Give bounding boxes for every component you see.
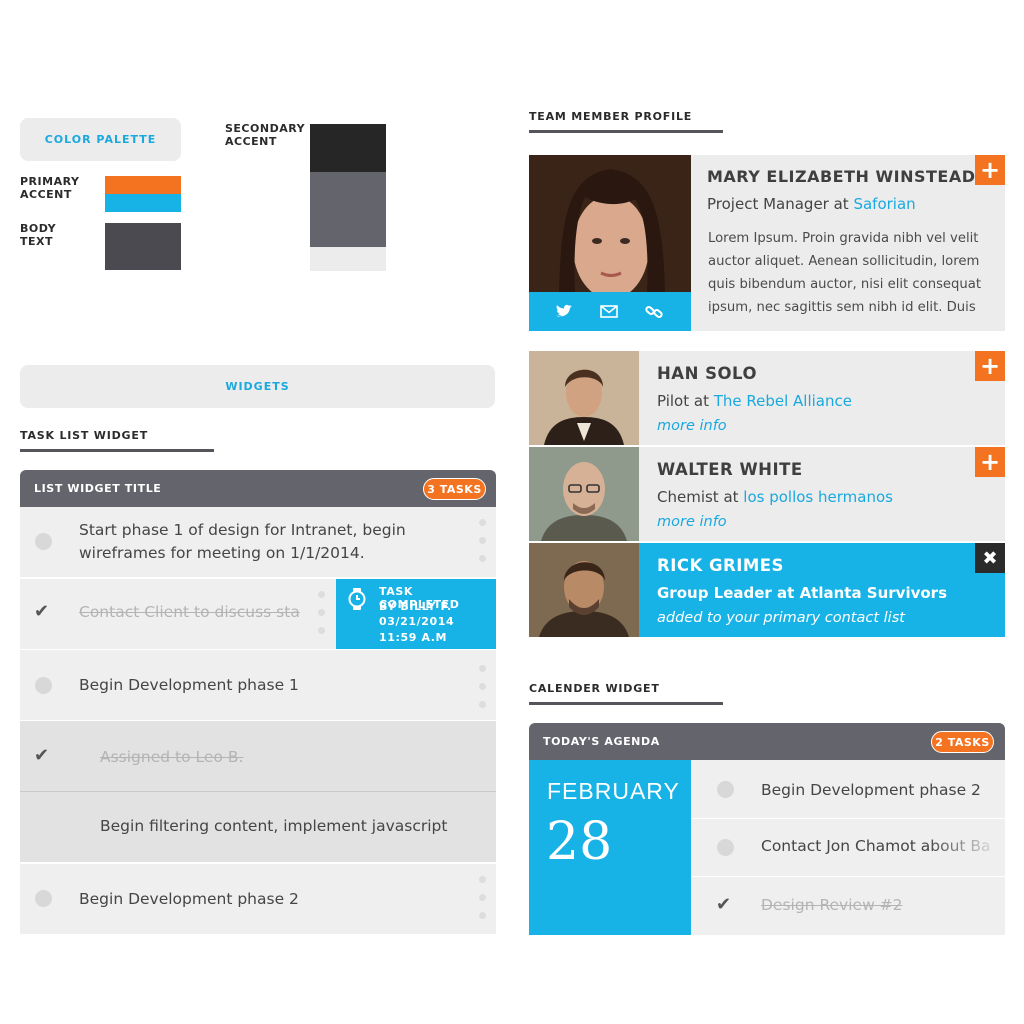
more-info-link[interactable]: more info — [657, 514, 727, 530]
agenda-text: Contact Jon Chamot about Ba — [761, 837, 991, 855]
secondary-gray-swatch — [310, 172, 386, 247]
section-underline — [20, 449, 214, 452]
calendar-month: FEBRUARY — [547, 778, 680, 804]
toast-date: 03/21/2014 — [379, 615, 455, 628]
task-row[interactable]: Begin Development phase 1 — [20, 650, 496, 720]
close-icon[interactable]: ✖ — [975, 543, 1005, 573]
member-photo — [529, 543, 639, 637]
more-info-link[interactable]: more info — [657, 418, 727, 434]
member-name: WALTER WHITE — [657, 460, 803, 479]
task-list-section-label: TASK LIST WIDGET — [20, 429, 148, 442]
task-text: Assigned to Leo B. — [100, 748, 244, 766]
member-role-prefix: Group Leader at — [657, 584, 800, 602]
bio-line: quis bibendum auctor, nisi elit consequa… — [708, 277, 982, 292]
task-row[interactable]: Begin Development phase 2 — [20, 864, 496, 934]
agenda-item[interactable]: ✔ Design Review #2 — [691, 877, 1005, 935]
body-text-label: BODY TEXT — [20, 222, 57, 248]
checkmark-icon[interactable]: ✔ — [716, 894, 731, 915]
task-text: Start phase 1 of design for Intranet, be… — [79, 521, 406, 562]
task-text: Begin Development phase 2 — [79, 890, 299, 908]
task-checkbox[interactable] — [35, 890, 52, 907]
agenda-item[interactable]: Contact Jon Chamot about Ba — [691, 819, 1005, 876]
drag-handle[interactable] — [479, 665, 486, 708]
drag-handle[interactable] — [479, 876, 486, 919]
checkmark-icon[interactable]: ✔ — [34, 745, 49, 766]
member-name: HAN SOLO — [657, 364, 757, 383]
twitter-icon[interactable] — [555, 304, 573, 319]
profile-bio: Lorem Ipsum. Proin gravida nibh vel veli… — [708, 227, 981, 319]
contact-added-note: added to your primary contact list — [657, 610, 905, 626]
bio-line: auctor aliquet. Aenean sollicitudin, lor… — [708, 254, 980, 269]
calendar-day: 28 — [546, 812, 613, 872]
task-text: Begin filtering content, implement javas… — [100, 817, 448, 835]
drag-handle[interactable] — [479, 519, 486, 562]
link-icon[interactable] — [644, 302, 664, 322]
task-checkbox[interactable] — [35, 533, 52, 550]
bio-line: ipsum, nec sagittis sem nibh id elit. Du… — [708, 300, 976, 315]
primary-orange-swatch — [105, 176, 181, 194]
profile-photo — [529, 155, 691, 292]
agenda-checkbox[interactable] — [717, 781, 734, 798]
member-company-link[interactable]: los pollos hermanos — [743, 488, 893, 506]
task-count-badge: 3 TASKS — [423, 478, 486, 500]
task-row[interactable]: ✔ Assigned to Leo B. — [20, 721, 496, 791]
task-row[interactable]: Start phase 1 of design for Intranet, be… — [20, 507, 496, 577]
agenda-text: Begin Development phase 2 — [761, 781, 981, 799]
member-role: Group Leader at Atlanta Survivors — [657, 584, 947, 602]
agenda-item[interactable]: Begin Development phase 2 — [691, 760, 1005, 818]
add-contact-button[interactable]: + — [975, 351, 1005, 381]
body-text-swatch — [105, 223, 181, 270]
toast-by: BY BILLY F. — [379, 600, 452, 613]
secondary-light-swatch — [310, 247, 386, 271]
bio-line: Lorem Ipsum. Proin gravida nibh vel veli… — [708, 231, 979, 246]
member-role-prefix: Pilot at — [657, 392, 714, 410]
task-text: Begin Development phase 1 — [79, 676, 299, 694]
member-role: Chemist at los pollos hermanos — [657, 488, 893, 506]
secondary-black-swatch — [310, 124, 386, 172]
calendar-title: TODAY'S AGENDA — [543, 735, 660, 748]
member-role-prefix: Chemist at — [657, 488, 744, 506]
calendar-date-panel: FEBRUARY 28 — [529, 760, 691, 935]
profile-role-prefix: Project Manager at — [707, 195, 854, 213]
add-contact-button[interactable]: + — [975, 155, 1005, 185]
team-profile-section-label: TEAM MEMBER PROFILE — [529, 110, 693, 123]
member-photo — [529, 351, 639, 445]
member-company-link[interactable]: Atlanta Survivors — [800, 584, 947, 602]
task-list-title: LIST WIDGET TITLE — [34, 482, 162, 495]
member-company-link[interactable]: The Rebel Alliance — [714, 392, 852, 410]
task-completed-toast: TASK COMPLETED BY BILLY F. 03/21/2014 11… — [336, 579, 496, 649]
profile-name: MARY ELIZABETH WINSTEAD — [707, 167, 976, 186]
calendar-task-badge: 2 TASKS — [931, 731, 994, 753]
widgets-button[interactable]: WIDGETS — [20, 365, 495, 408]
checkmark-icon[interactable]: ✔ — [34, 601, 49, 622]
task-row[interactable]: Begin filtering content, implement javas… — [20, 792, 496, 862]
member-role: Pilot at The Rebel Alliance — [657, 392, 852, 410]
member-photo — [529, 447, 639, 541]
primary-blue-swatch — [105, 194, 181, 212]
toast-time: 11:59 A.M — [379, 631, 448, 644]
profile-company-link[interactable]: Saforian — [853, 195, 915, 213]
agenda-checkbox[interactable] — [717, 839, 734, 856]
task-text: Contact Client to discuss sta — [79, 603, 300, 621]
section-underline — [529, 130, 723, 133]
calendar-section-label: CALENDER WIDGET — [529, 682, 660, 695]
profile-role: Project Manager at Saforian — [707, 195, 916, 213]
social-bar — [529, 292, 691, 331]
secondary-accent-label: SECONDARY ACCENT — [225, 122, 306, 148]
agenda-text: Design Review #2 — [761, 896, 903, 914]
drag-handle[interactable] — [318, 591, 325, 634]
mail-icon[interactable] — [600, 305, 618, 318]
color-palette-button[interactable]: COLOR PALETTE — [20, 118, 181, 161]
section-underline — [529, 702, 723, 705]
add-contact-button[interactable]: + — [975, 447, 1005, 477]
primary-accent-label: PRIMARY ACCENT — [20, 175, 80, 201]
watch-icon — [348, 588, 366, 610]
member-name: RICK GRIMES — [657, 556, 784, 575]
task-checkbox[interactable] — [35, 677, 52, 694]
